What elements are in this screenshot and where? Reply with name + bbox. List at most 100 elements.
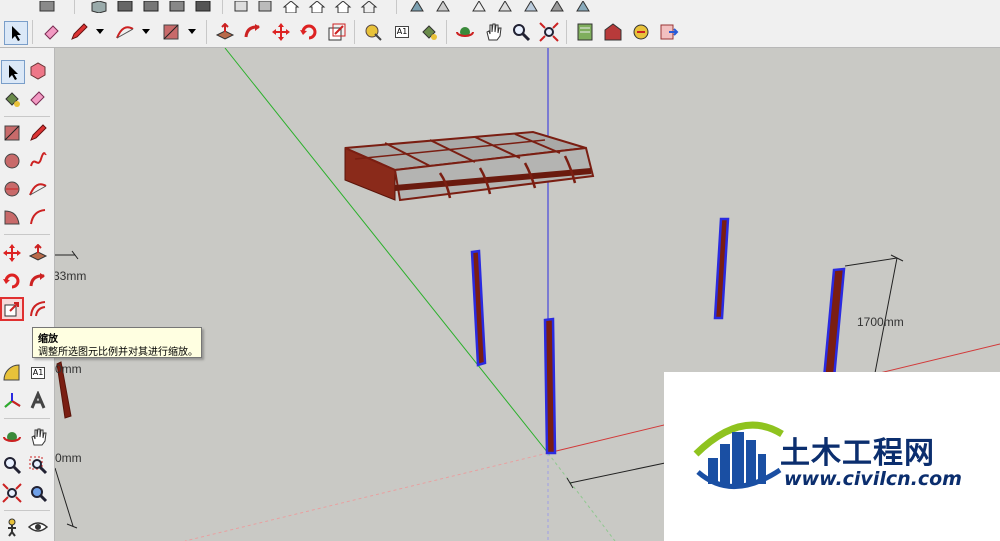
pan-button[interactable] — [27, 426, 49, 448]
zoom-tool-button[interactable] — [510, 21, 532, 43]
axes-icon — [4, 393, 21, 408]
follow-me-button[interactable] — [27, 270, 49, 292]
rectangle-icon — [4, 125, 20, 141]
get-models-button[interactable] — [602, 21, 624, 43]
follow-me-icon — [244, 24, 260, 38]
hidden-line-icon[interactable] — [306, 0, 328, 14]
style-3-icon[interactable] — [468, 0, 490, 14]
text-tool-label: A1 — [394, 26, 410, 38]
look-around-button[interactable] — [27, 516, 49, 538]
eraser-button[interactable] — [27, 88, 49, 110]
back-view-icon[interactable] — [192, 0, 214, 14]
push-pull-icon — [215, 23, 235, 40]
push-pull-button[interactable] — [27, 242, 49, 264]
circle-button[interactable] — [1, 150, 23, 172]
rectangle-dropdown[interactable] — [186, 25, 198, 39]
style-4-icon[interactable] — [494, 0, 516, 14]
pan-tool-button[interactable] — [482, 21, 504, 43]
move-button[interactable] — [1, 242, 23, 264]
dimension-label-left-3: 0mm — [55, 451, 82, 465]
textured-icon[interactable] — [358, 0, 380, 14]
follow-me-tool-button[interactable] — [242, 21, 264, 43]
3d-text-button[interactable] — [27, 390, 49, 412]
rotate-button[interactable] — [1, 270, 23, 292]
make-component-button[interactable] — [27, 60, 49, 82]
rectangle-icon — [163, 24, 179, 40]
zoom-window-button[interactable] — [27, 454, 49, 476]
dimension-text-tool-button[interactable]: A1 — [390, 21, 414, 43]
pencil-dropdown[interactable] — [94, 25, 106, 39]
eraser-icon — [30, 91, 45, 106]
right-view-icon[interactable] — [166, 0, 188, 14]
style-2-icon[interactable] — [432, 0, 454, 14]
axes-button[interactable] — [1, 390, 23, 412]
zoom-extents-button[interactable] — [1, 482, 23, 504]
watermark: 土木工程网 www.civilcn.com — [664, 372, 1000, 541]
orbit-icon — [3, 432, 21, 442]
magnifier-icon — [4, 457, 22, 475]
three-point-arc-button[interactable] — [27, 206, 49, 228]
arc-tool-button[interactable] — [114, 21, 136, 43]
rectangle-button[interactable] — [1, 122, 23, 144]
dimension-line-right — [844, 254, 904, 374]
arc-button[interactable] — [27, 178, 49, 200]
share-model-button[interactable] — [630, 21, 652, 43]
orbit-icon — [456, 27, 474, 37]
dimension-label-left-1: 33mm — [55, 269, 87, 283]
pencil-tool-button[interactable] — [68, 21, 90, 43]
rectangle-tool-button[interactable] — [160, 21, 182, 43]
select-tool-button[interactable] — [4, 21, 28, 45]
style-5-icon[interactable] — [520, 0, 542, 14]
house-icon[interactable] — [280, 0, 302, 14]
freehand-button[interactable] — [27, 150, 49, 172]
text-button[interactable]: A1 — [27, 362, 49, 384]
iso-view-icon[interactable] — [88, 0, 110, 14]
views-toolbar — [0, 0, 1000, 18]
line-button[interactable] — [27, 122, 49, 144]
polygon-button[interactable] — [1, 178, 23, 200]
style-1-icon[interactable] — [406, 0, 428, 14]
offset-icon — [30, 301, 46, 317]
select-button[interactable] — [1, 60, 25, 84]
scale-button[interactable] — [0, 297, 24, 321]
previous-view-button[interactable] — [27, 482, 49, 504]
orbit-tool-button[interactable] — [454, 21, 476, 43]
dimension-line-bottom — [566, 462, 666, 489]
tooltip-description: 调整所选图元比例并对其进行缩放。 — [38, 347, 198, 358]
pie-button[interactable] — [1, 206, 23, 228]
orbit-button[interactable] — [1, 426, 23, 448]
push-pull-tool-button[interactable] — [214, 21, 236, 43]
paint-bucket-tool-button[interactable] — [418, 21, 440, 43]
zoom-extents-tool-button[interactable] — [538, 21, 560, 43]
arc-dropdown[interactable] — [140, 25, 152, 39]
pie-icon — [4, 210, 20, 225]
move-tool-button[interactable] — [270, 21, 292, 43]
scale-tooltip: 缩放 调整所选图元比例并对其进行缩放。 — [32, 327, 202, 358]
add-location-button[interactable] — [574, 21, 596, 43]
style-7-icon[interactable] — [572, 0, 594, 14]
position-camera-button[interactable] — [1, 516, 23, 538]
text-tool-label: A1 — [30, 367, 46, 379]
paint-bucket-button[interactable] — [1, 88, 23, 110]
zoom-button[interactable] — [1, 454, 23, 476]
protractor-button[interactable] — [1, 362, 23, 384]
arrow-cursor-icon — [9, 65, 18, 80]
shaded-icon[interactable] — [332, 0, 354, 14]
eraser-tool-button[interactable] — [40, 21, 62, 43]
offset-button[interactable] — [27, 298, 49, 320]
xray-icon[interactable] — [230, 0, 252, 14]
freehand-icon — [30, 152, 47, 167]
front-view-icon[interactable] — [140, 0, 162, 14]
rotate-tool-button[interactable] — [298, 21, 320, 43]
top-view-icon[interactable] — [114, 0, 136, 14]
component-icon[interactable] — [36, 0, 58, 14]
red-axis-negative — [184, 452, 549, 541]
paint-bucket-icon — [422, 25, 437, 40]
export-icon — [660, 24, 679, 40]
back-edges-icon[interactable] — [254, 0, 276, 14]
style-6-icon[interactable] — [546, 0, 568, 14]
tape-measure-tool-button[interactable] — [362, 21, 384, 43]
scale-tool-button[interactable] — [326, 21, 348, 43]
extension-button[interactable] — [658, 21, 680, 43]
rotate-icon — [3, 273, 20, 289]
